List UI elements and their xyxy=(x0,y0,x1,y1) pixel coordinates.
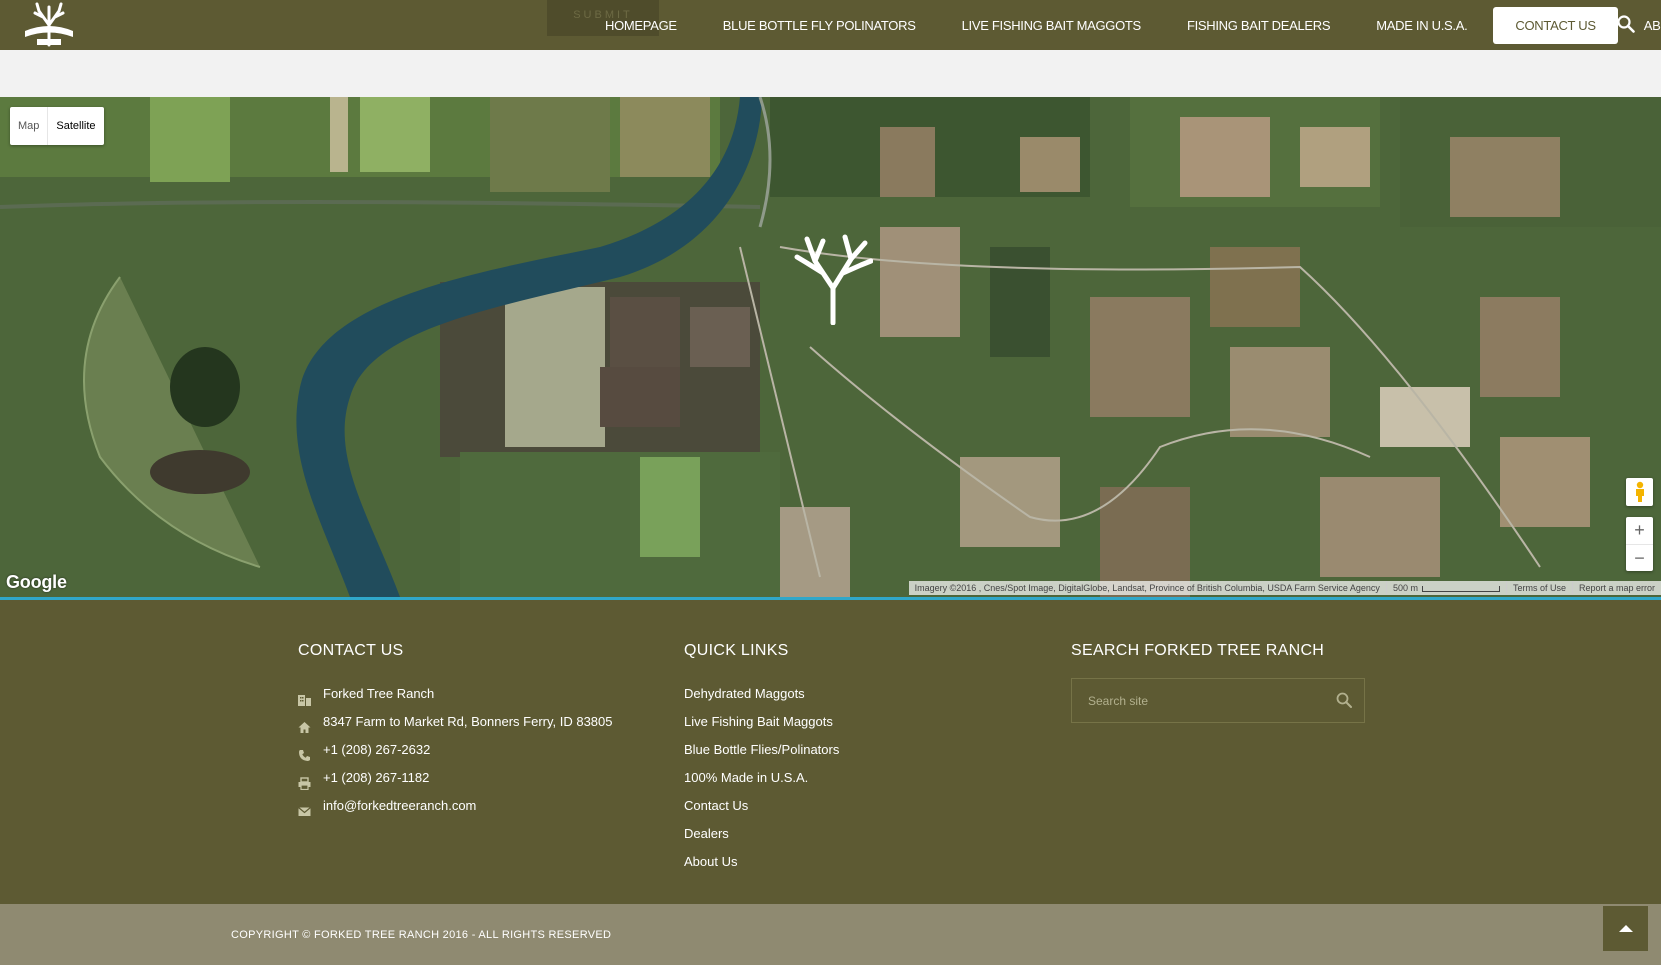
address-text: 8347 Farm to Market Rd, Bonners Ferry, I… xyxy=(323,714,613,729)
contact-fax: +1 (208) 267-1182 xyxy=(298,764,613,792)
copyright-bar: COPYRIGHT © FORKED TREE RANCH 2016 - ALL… xyxy=(0,904,1661,965)
imagery-attribution: Imagery ©2016 , Cnes/Spot Image, Digital… xyxy=(914,583,1380,593)
map-scale-label: 500 m xyxy=(1392,583,1418,593)
zoom-out-button[interactable]: − xyxy=(1626,544,1653,571)
scale-bar xyxy=(1421,585,1500,592)
quick-links-list: Dehydrated Maggots Live Fishing Bait Mag… xyxy=(684,680,839,876)
phone-icon xyxy=(298,744,311,761)
building-icon xyxy=(298,688,311,706)
nav-bait-dealers[interactable]: FISHING BAIT DEALERS xyxy=(1164,7,1353,44)
contact-email: info@forkedtreeranch.com xyxy=(298,792,613,820)
envelope-icon xyxy=(298,800,311,816)
nav-blue-bottle-fly[interactable]: BLUE BOTTLE FLY POLINATORS xyxy=(700,7,939,44)
footer-search-box xyxy=(1071,678,1365,723)
forked-tree-logo[interactable] xyxy=(19,1,79,47)
nav-live-bait-maggots[interactable]: LIVE FISHING BAIT MAGGOTS xyxy=(939,7,1164,44)
link-blue-bottle-flies[interactable]: Blue Bottle Flies/Polinators xyxy=(684,736,839,764)
contact-heading: CONTACT US xyxy=(298,642,404,659)
contact-phone: +1 (208) 267-2632 xyxy=(298,736,613,764)
map-attribution-bar: Imagery ©2016 , Cnes/Spot Image, Digital… xyxy=(908,581,1661,595)
contact-company: Forked Tree Ranch xyxy=(298,680,613,708)
search-heading: SEARCH FORKED TREE RANCH xyxy=(1071,642,1325,659)
report-map-error-link[interactable]: Report a map error xyxy=(1571,581,1661,595)
home-icon xyxy=(298,716,311,733)
contact-address: 8347 Farm to Market Rd, Bonners Ferry, I… xyxy=(298,708,613,736)
link-made-in-usa[interactable]: 100% Made in U.S.A. xyxy=(684,764,839,792)
site-header: SUBMIT HOMEPAGE BLUE BOTTLE FLY POLINATO… xyxy=(0,0,1661,50)
map-type-control: Map Satellite xyxy=(10,107,104,145)
link-dehydrated-maggots[interactable]: Dehydrated Maggots xyxy=(684,680,839,708)
zoom-control: + − xyxy=(1626,517,1653,571)
map-type-satellite-button[interactable]: Satellite xyxy=(47,107,103,145)
copyright-text: COPYRIGHT © FORKED TREE RANCH 2016 - ALL… xyxy=(231,929,612,941)
google-logo: Google xyxy=(6,572,67,592)
link-contact-us[interactable]: Contact Us xyxy=(684,792,839,820)
fax-number: +1 (208) 267-1182 xyxy=(323,770,430,785)
nav-made-in-usa[interactable]: MADE IN U.S.A. xyxy=(1353,7,1490,44)
nav-homepage[interactable]: HOMEPAGE xyxy=(582,7,700,44)
zoom-in-button[interactable]: + xyxy=(1626,517,1653,544)
phone-number[interactable]: +1 (208) 267-2632 xyxy=(323,742,430,757)
site-footer: CONTACT US Forked Tree Ranch 8347 Farm t… xyxy=(0,600,1661,904)
nav-contact-us[interactable]: CONTACT US xyxy=(1493,7,1618,44)
street-view-pegman-icon[interactable] xyxy=(1626,478,1653,506)
link-live-fishing-bait-maggots[interactable]: Live Fishing Bait Maggots xyxy=(684,708,839,736)
back-to-top-button[interactable] xyxy=(1603,906,1648,951)
contact-list: Forked Tree Ranch 8347 Farm to Market Rd… xyxy=(298,680,613,820)
search-input[interactable] xyxy=(1072,679,1322,722)
content-spacer xyxy=(0,50,1661,97)
terms-of-use-link[interactable]: Terms of Use xyxy=(1505,581,1572,595)
map-scale[interactable]: 500 m xyxy=(1385,581,1506,595)
map-imagery xyxy=(0,97,1661,597)
forked-tree-marker[interactable] xyxy=(793,233,874,326)
email-link[interactable]: info@forkedtreeranch.com xyxy=(323,798,476,813)
search-icon[interactable] xyxy=(1617,15,1635,33)
search-icon[interactable] xyxy=(1336,692,1352,708)
link-about-us[interactable]: About Us xyxy=(684,848,839,876)
fax-printer-icon xyxy=(298,772,311,791)
main-nav: HOMEPAGE BLUE BOTTLE FLY POLINATORS LIVE… xyxy=(582,7,1661,44)
quick-links-heading: QUICK LINKS xyxy=(684,642,789,659)
company-name: Forked Tree Ranch xyxy=(323,686,435,701)
satellite-map[interactable]: Map Satellite + − Google Imagery ©2016 ,… xyxy=(0,97,1661,597)
link-dealers[interactable]: Dealers xyxy=(684,820,839,848)
arrow-up-icon xyxy=(1618,920,1634,938)
map-type-map-button[interactable]: Map xyxy=(10,107,47,145)
